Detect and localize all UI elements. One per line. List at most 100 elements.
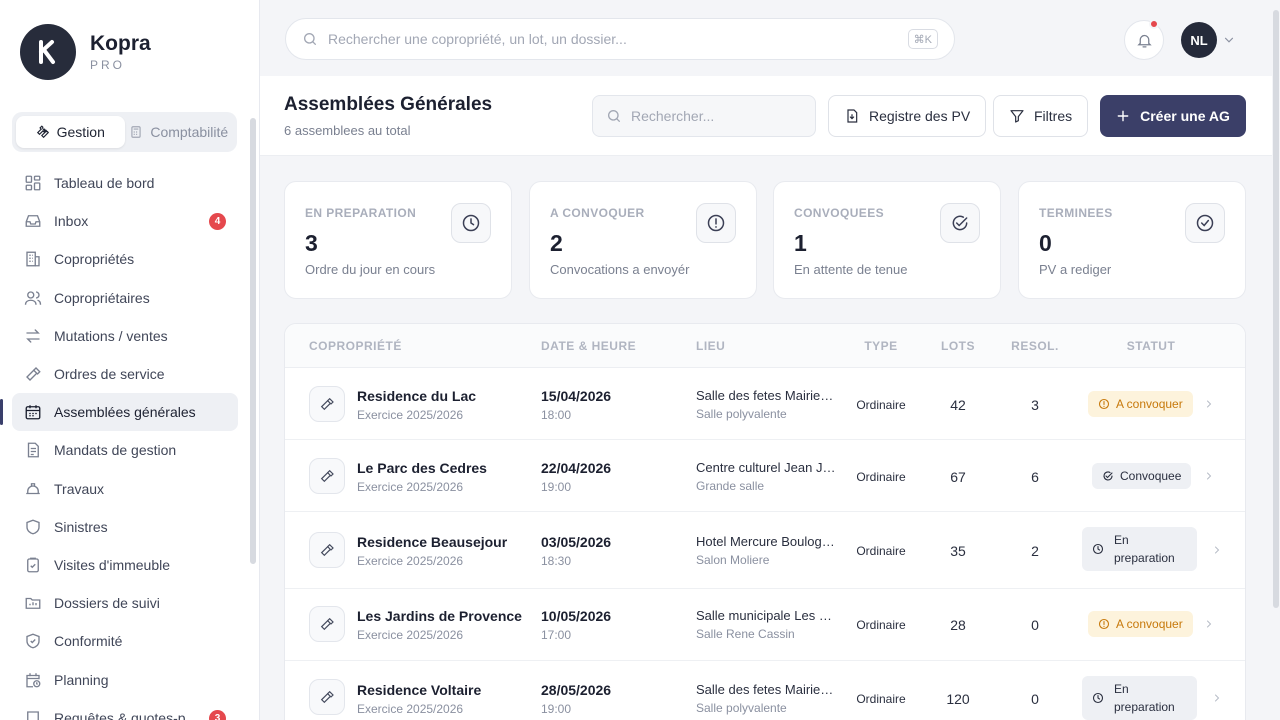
page-subtitle: 6 assemblees au total xyxy=(284,123,411,138)
stat-icon-box xyxy=(940,203,980,243)
column-header-statut[interactable]: STATUT xyxy=(1127,339,1176,353)
table-row[interactable]: Residence du Lac Exercice 2025/2026 15/0… xyxy=(285,368,1245,440)
plus-icon xyxy=(1117,110,1129,122)
alert-circle-icon xyxy=(1098,618,1110,630)
chevron-right-icon[interactable] xyxy=(1203,469,1215,483)
row-copropriete-name: Residence du Lac xyxy=(357,388,477,404)
chevron-right-icon[interactable] xyxy=(1211,543,1223,557)
clock-icon xyxy=(462,214,480,232)
search-shortcut-hint: ⌘K xyxy=(907,29,938,49)
sidebar-item-mutations[interactable]: Mutations / ventes xyxy=(12,317,238,355)
mode-gestion-button[interactable]: Gestion xyxy=(16,116,125,148)
sidebar-item-travaux[interactable]: Travaux xyxy=(12,470,238,508)
stat-label: CONVOQUEES xyxy=(794,206,885,220)
registre-pv-label: Registre des PV xyxy=(869,108,971,124)
sidebar-item-conformite[interactable]: Conformité xyxy=(12,622,238,660)
column-header-copropriete[interactable]: COPROPRIÉTÉ xyxy=(309,339,402,353)
row-type: Ordinaire xyxy=(856,398,906,412)
notification-dot xyxy=(1149,19,1159,29)
table-row[interactable]: Le Parc des Cedres Exercice 2025/2026 22… xyxy=(285,440,1245,512)
sidebar-item-dossiers[interactable]: Dossiers de suivi xyxy=(12,584,238,622)
ag-search[interactable] xyxy=(592,95,816,137)
registre-pv-button[interactable]: Registre des PV xyxy=(828,95,987,137)
global-search-input[interactable] xyxy=(328,31,888,47)
alert-circle-icon xyxy=(1098,398,1110,410)
filter-icon xyxy=(1010,110,1024,123)
row-exercice: Exercice 2025/2026 xyxy=(357,480,464,494)
stat-desc: Convocations a envoyér xyxy=(550,262,690,277)
sidebar-item-inbox[interactable]: Inbox 4 xyxy=(12,202,238,240)
row-lots: 28 xyxy=(950,617,966,633)
sidebar-item-label: Mutations / ventes xyxy=(54,327,168,344)
stat-card-convoquees[interactable]: CONVOQUEES 1 En attente de tenue xyxy=(773,181,1001,299)
ag-table: COPROPRIÉTÉ DATE & HEURE LIEU TYPE LOTS … xyxy=(284,323,1246,720)
chevron-right-icon[interactable] xyxy=(1211,691,1223,705)
requetes-count-badge: 3 xyxy=(209,709,226,720)
table-row[interactable]: Les Jardins de Provence Exercice 2025/20… xyxy=(285,589,1245,661)
row-lots: 120 xyxy=(946,691,970,707)
sidebar-item-tableau-de-bord[interactable]: Tableau de bord xyxy=(12,164,238,202)
filtres-button[interactable]: Filtres xyxy=(993,95,1089,137)
row-copropriete-name: Le Parc des Cedres xyxy=(357,460,487,476)
users-icon xyxy=(24,290,42,305)
row-place: Hotel Mercure Boulogne xyxy=(696,534,836,549)
column-header-resol[interactable]: RESOL. xyxy=(1011,339,1059,353)
gavel-icon xyxy=(320,397,334,411)
mode-comptabilite-button[interactable]: Comptabilité xyxy=(125,116,234,148)
row-room: Salle polyvalente xyxy=(696,701,787,715)
page-title: Assemblées Générales xyxy=(284,94,493,115)
alert-circle-icon xyxy=(707,214,725,232)
status-text: A convoquer xyxy=(1116,397,1183,411)
status-text: Convoquee xyxy=(1120,469,1182,483)
column-header-type[interactable]: TYPE xyxy=(864,339,897,353)
sidebar-item-sinistres[interactable]: Sinistres xyxy=(12,508,238,546)
column-header-lieu[interactable]: LIEU xyxy=(696,339,725,353)
mode-gestion-label: Gestion xyxy=(56,124,105,140)
row-type: Ordinaire xyxy=(856,618,906,632)
global-search[interactable]: ⌘K xyxy=(285,18,955,60)
row-lots: 42 xyxy=(950,397,966,413)
user-avatar[interactable]: NL xyxy=(1181,22,1217,58)
row-time: 18:30 xyxy=(541,554,572,568)
column-header-date[interactable]: DATE & HEURE xyxy=(541,339,636,353)
sidebar-item-label: Visites d'immeuble xyxy=(54,556,171,573)
mode-switch: Gestion Comptabilité xyxy=(12,112,237,152)
chevron-right-icon[interactable] xyxy=(1203,617,1215,631)
notifications-button[interactable] xyxy=(1124,19,1164,60)
sidebar-item-visites[interactable]: Visites d'immeuble xyxy=(12,546,238,584)
row-room: Grande salle xyxy=(696,479,765,493)
chevron-right-icon[interactable] xyxy=(1203,397,1215,411)
main-scrollbar[interactable] xyxy=(1273,10,1279,608)
stat-label: A CONVOQUER xyxy=(550,206,645,220)
calendar-icon xyxy=(25,405,41,420)
calculator-icon xyxy=(131,126,141,138)
brand[interactable]: Kopra PRO xyxy=(20,24,151,80)
stat-desc: PV a rediger xyxy=(1039,262,1112,277)
row-exercice: Exercice 2025/2026 xyxy=(357,554,464,568)
row-hammer-icon-box xyxy=(309,532,345,568)
row-resol: 0 xyxy=(1031,617,1039,633)
stat-card-a-convoquer[interactable]: A CONVOQUER 2 Convocations a envoyér xyxy=(529,181,757,299)
column-header-lots[interactable]: LOTS xyxy=(941,339,975,353)
sidebar-item-coproprietes[interactable]: Copropriétés xyxy=(12,240,238,278)
table-row[interactable]: Residence Voltaire Exercice 2025/2026 28… xyxy=(285,661,1245,720)
sidebar-item-ordres-de-service[interactable]: Ordres de service xyxy=(12,355,238,393)
sidebar-item-planning[interactable]: Planning xyxy=(12,660,238,698)
row-time: 18:00 xyxy=(541,408,572,422)
row-place: Salle des fetes Mairie 2e xyxy=(696,682,836,697)
document-icon xyxy=(27,442,39,458)
sidebar-scrollbar[interactable] xyxy=(250,118,256,564)
sidebar-item-assemblees-generales[interactable]: Assemblées générales xyxy=(0,393,238,432)
sidebar-item-coproprietaires[interactable]: Copropriétaires xyxy=(12,279,238,317)
sidebar-item-requetes[interactable]: Requêtes & quotes-p 3 xyxy=(12,699,238,720)
ag-search-input[interactable] xyxy=(631,108,801,124)
sidebar-item-label: Planning xyxy=(54,671,109,688)
stat-card-terminees[interactable]: TERMINEES 0 PV a rediger xyxy=(1018,181,1246,299)
create-ag-button[interactable]: Créer une AG xyxy=(1100,95,1246,137)
chevron-down-icon[interactable] xyxy=(1222,33,1236,47)
table-row[interactable]: Residence Beausejour Exercice 2025/2026 … xyxy=(285,512,1245,589)
stat-card-en-preparation[interactable]: EN PREPARATION 3 Ordre du jour en cours xyxy=(284,181,512,299)
file-download-icon xyxy=(847,109,858,123)
sidebar-item-mandats[interactable]: Mandats de gestion xyxy=(12,431,238,469)
shield-check-icon xyxy=(26,633,40,649)
